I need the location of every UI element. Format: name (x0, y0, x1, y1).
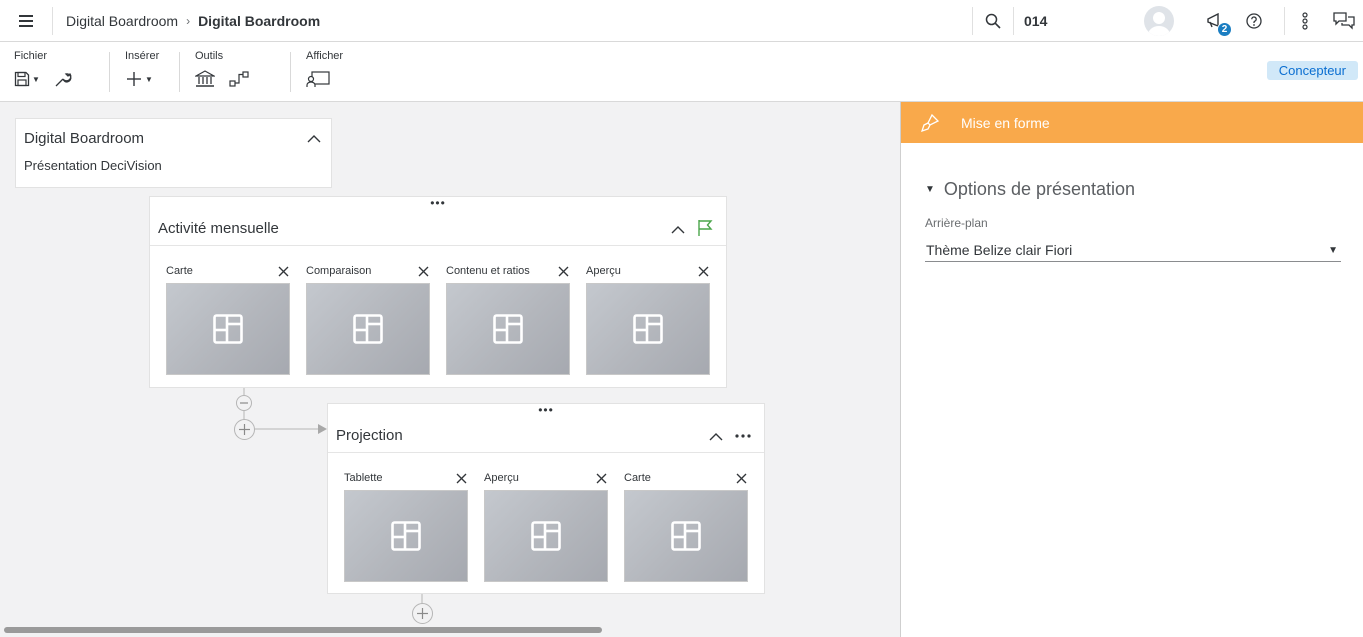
overflow-icon[interactable] (1293, 9, 1317, 33)
toolbar-divider (109, 52, 110, 92)
menu-icon[interactable] (14, 9, 38, 33)
toolbar-divider (290, 52, 291, 92)
settings-button[interactable] (54, 68, 72, 90)
background-value: Thème Belize clair Fiori (926, 242, 1073, 258)
save-icon (14, 71, 30, 87)
search-icon[interactable] (981, 9, 1005, 33)
group-title: Projection (336, 427, 403, 444)
tile-thumbnail[interactable] (484, 490, 608, 582)
more-icon[interactable] (734, 427, 752, 445)
shell-bar: Digital Boardroom › Digital Boardroom 01… (0, 0, 1363, 42)
chevron-down-icon: ▼ (145, 74, 153, 84)
dropdown-arrow-icon: ▼ (1328, 245, 1338, 256)
discussion-icon[interactable] (1332, 9, 1356, 33)
toolbar-file-label: Fichier (14, 50, 48, 62)
help-icon[interactable] (1242, 9, 1266, 33)
panel-header: Mise en forme (901, 102, 1363, 143)
institution-button[interactable] (195, 68, 215, 90)
toolbar-view-label: Afficher (306, 50, 344, 62)
notification-badge: 2 (1217, 22, 1232, 37)
layout-icon (391, 521, 421, 551)
toolbar-divider (179, 52, 180, 92)
add-node-icon[interactable] (412, 603, 433, 624)
view-button[interactable] (306, 68, 330, 90)
wrench-icon (55, 72, 72, 87)
story-canvas: Digital Boardroom Présentation DeciVisio… (0, 102, 900, 637)
context-code[interactable]: 014 (1024, 13, 1047, 29)
shell-divider (52, 7, 53, 35)
toolbar-group-view: Afficher (306, 50, 343, 90)
background-label: Arrière-plan (925, 216, 988, 230)
toolbar-insert-label: Insérer (125, 50, 160, 62)
close-icon[interactable] (594, 471, 608, 485)
chevron-right-icon: › (186, 14, 191, 28)
designer-button[interactable]: Concepteur (1266, 61, 1358, 80)
toolbar-group-insert: Insérer ▼ (125, 50, 159, 90)
chevron-up-icon[interactable] (707, 428, 725, 446)
triangle-down-icon: ▼ (925, 184, 935, 195)
tile-name: Carte (624, 472, 651, 484)
horizontal-scrollbar[interactable] (4, 627, 602, 633)
toolbar-tools-label: Outils (195, 50, 224, 62)
connection-icon (229, 71, 249, 87)
connect-button[interactable] (229, 68, 249, 90)
tile-thumbnail[interactable] (624, 490, 748, 582)
collapse-node-icon[interactable] (236, 395, 252, 411)
close-icon[interactable] (734, 471, 748, 485)
background-select[interactable]: Thème Belize clair Fiori ▼ (925, 240, 1341, 262)
formatting-panel: Mise en forme ▼ Options de présentation … (900, 102, 1363, 637)
shell-divider (1013, 7, 1014, 35)
tile-name: Aperçu (484, 472, 519, 484)
breadcrumb-parent[interactable]: Digital Boardroom (66, 13, 178, 29)
shell-divider (1284, 7, 1285, 35)
save-button[interactable]: ▼ (14, 68, 40, 90)
toolbar-group-file: Fichier ▼ (14, 50, 72, 90)
tile-name: Tablette (344, 472, 383, 484)
layout-icon (671, 521, 701, 551)
bank-icon (195, 70, 215, 87)
toolbar: Fichier ▼ Insérer ▼ Outils Afficher Conc… (0, 42, 1363, 102)
add-node-icon[interactable] (234, 419, 255, 440)
layout-icon (531, 521, 561, 551)
chevron-down-icon: ▼ (32, 74, 40, 84)
panel-header-title: Mise en forme (961, 114, 1050, 131)
breadcrumb-current: Digital Boardroom (198, 13, 321, 29)
breadcrumb: Digital Boardroom › Digital Boardroom (66, 13, 320, 29)
insert-button[interactable]: ▼ (125, 68, 153, 90)
presentation-options-toggle[interactable]: ▼ Options de présentation (925, 179, 1135, 200)
shell-divider (972, 7, 973, 35)
close-icon[interactable] (454, 471, 468, 485)
avatar[interactable] (1144, 6, 1174, 36)
tile-thumbnail[interactable] (344, 490, 468, 582)
toolbar-group-tools: Outils (195, 50, 249, 90)
group-header-divider (328, 452, 764, 453)
topic-group-projection[interactable]: ••• Projection Tablette Aperçu Carte (327, 403, 765, 594)
plus-icon (127, 72, 141, 86)
section-title: Options de présentation (943, 179, 1136, 199)
presenter-icon (306, 71, 330, 87)
brush-icon (921, 113, 939, 132)
drag-handle-icon[interactable]: ••• (538, 404, 554, 416)
